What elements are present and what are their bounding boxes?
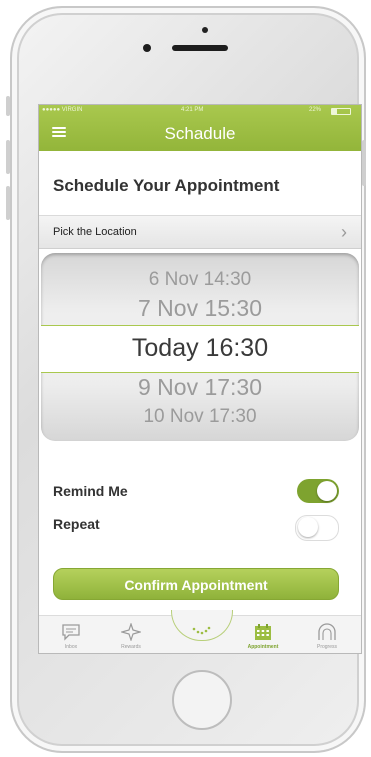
home-button[interactable] — [172, 670, 232, 730]
repeat-label: Repeat — [53, 516, 100, 532]
repeat-toggle[interactable] — [295, 515, 339, 541]
status-bar: ●●●●● VIRGIN 4:21 PM 22% — [39, 105, 361, 117]
tab-center-action[interactable] — [173, 618, 229, 652]
tab-inbox[interactable]: Inbox — [43, 618, 99, 652]
picker-row-selected[interactable]: Today 16:30 — [41, 334, 359, 363]
tab-progress-label: Progress — [316, 644, 337, 650]
mute-switch — [6, 96, 10, 116]
picker-row[interactable]: 10 Nov 17:30 — [41, 406, 359, 428]
page-title: Schadule — [164, 124, 236, 143]
clock-label: 4:21 PM — [181, 107, 204, 113]
chevron-right-icon: › — [341, 222, 347, 242]
date-time-picker[interactable]: 6 Nov 14:30 7 Nov 15:30 Today 16:30 9 No… — [41, 253, 359, 441]
calendar-icon — [255, 624, 271, 640]
battery-label: 22% — [309, 107, 322, 113]
toggle-knob — [317, 481, 337, 501]
picker-row[interactable]: 9 Nov 17:30 — [41, 374, 359, 401]
tab-rewards[interactable]: Rewards — [103, 618, 159, 652]
tab-inbox-label: Inbox — [64, 644, 78, 650]
center-action-icon — [192, 626, 211, 635]
picker-row[interactable]: 6 Nov 14:30 — [41, 269, 359, 291]
toggle-knob — [298, 517, 318, 537]
power-button — [362, 140, 366, 186]
tab-appointment-label: Appointment — [247, 644, 279, 650]
remind-me-toggle[interactable] — [297, 479, 339, 503]
front-sensor — [202, 27, 208, 33]
volume-up-button — [6, 140, 10, 174]
picker-row[interactable]: 7 Nov 15:30 — [41, 295, 359, 322]
front-camera — [143, 44, 151, 52]
schedule-heading: Schedule Your Appointment — [53, 176, 280, 195]
carrier-label: ●●●●● VIRGIN — [42, 107, 83, 113]
battery-icon — [331, 108, 351, 115]
volume-down-button — [6, 186, 10, 220]
location-label: Pick the Location — [53, 226, 137, 238]
tab-bar: Inbox Rewards Appointment Progress — [39, 610, 361, 653]
app-header: ●●●●● VIRGIN 4:21 PM 22% Schadule — [39, 105, 361, 151]
confirm-appointment-button[interactable]: Confirm Appointment — [53, 568, 339, 600]
pick-location-row[interactable]: Pick the Location › — [39, 215, 361, 249]
arch-icon — [318, 623, 336, 640]
earpiece-speaker — [172, 45, 228, 51]
chat-bubble-icon — [62, 624, 80, 641]
remind-me-label: Remind Me — [53, 483, 128, 499]
app-screen: ●●●●● VIRGIN 4:21 PM 22% Schadule Schedu… — [38, 104, 362, 654]
tab-rewards-label: Rewards — [121, 644, 141, 650]
tab-appointment[interactable]: Appointment — [235, 618, 291, 652]
tab-progress[interactable]: Progress — [299, 618, 355, 652]
star-icon — [121, 623, 141, 641]
